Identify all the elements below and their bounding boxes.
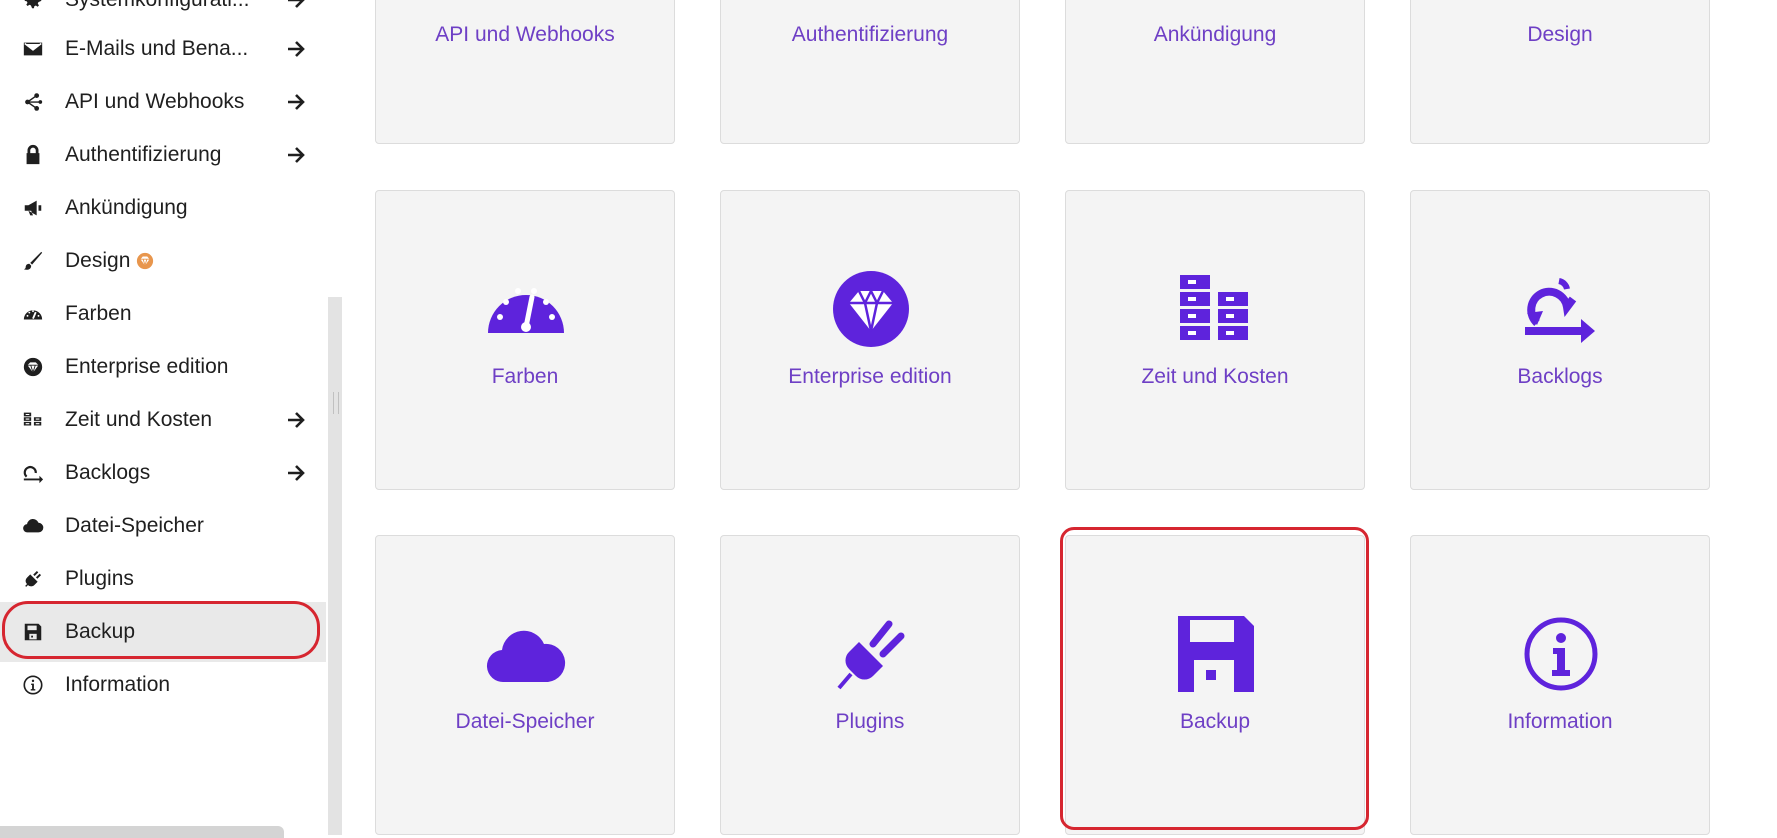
tile-plugins[interactable]: Plugins (720, 535, 1020, 835)
arrow-right-icon[interactable] (285, 144, 307, 166)
gauge-icon (20, 301, 46, 327)
status-strip (0, 826, 284, 838)
sidebar-item-label: Zeit und Kosten (65, 408, 213, 431)
tile-label: Ankündigung (1153, 23, 1277, 46)
arrow-right-icon[interactable] (285, 91, 307, 113)
tile-zeit-und-kosten[interactable]: Zeit und Kosten (1065, 190, 1365, 490)
sidebar-item-label: Backup (65, 620, 136, 643)
tile-ankuendigung[interactable]: Ankündigung (1065, 0, 1365, 144)
resize-grip[interactable] (333, 392, 339, 414)
sidebar-item-label: Backlogs (65, 461, 151, 484)
tile-label: Datei-Speicher (455, 710, 595, 733)
envelope-icon (20, 36, 46, 62)
tile-label: Enterprise edition (788, 365, 952, 388)
tile-design[interactable]: Design (1410, 0, 1710, 144)
tile-label: Information (1507, 710, 1613, 733)
coins-icon (1176, 269, 1256, 349)
sidebar-item-enterprise-edition[interactable]: Enterprise edition (0, 337, 326, 397)
sidebar-item-datei-speicher[interactable]: Datei-Speicher (0, 496, 326, 556)
sidebar-item-label: Plugins (65, 567, 134, 590)
brush-icon (20, 248, 46, 274)
sidebar-item-api-webhooks[interactable]: API und Webhooks (0, 72, 326, 132)
tile-label: Authentifizierung (791, 23, 949, 46)
sidebar-item-label: Systemkonfigurati... (65, 0, 249, 12)
share-nodes-icon (20, 89, 46, 115)
gear-icon (20, 0, 46, 13)
info-icon (20, 672, 46, 698)
tile-api-webhooks[interactable]: API und Webhooks (375, 0, 675, 144)
sidebar-item-backup[interactable]: Backup (0, 601, 326, 662)
floppy-disk-icon (20, 619, 46, 645)
sidebar-item-ankuendigung[interactable]: Ankündigung (0, 178, 326, 238)
arrow-right-icon[interactable] (285, 38, 307, 60)
sidebar-resize-handle[interactable] (328, 297, 342, 835)
tile-label: Design (1527, 23, 1593, 46)
coins-icon (20, 407, 46, 433)
sidebar-item-label: Farben (65, 302, 132, 325)
gauge-icon (486, 269, 566, 349)
sidebar-item-label: Ankündigung (65, 196, 188, 219)
tile-authentifizierung[interactable]: Authentifizierung (720, 0, 1020, 144)
arrow-right-icon[interactable] (285, 462, 307, 484)
sidebar-item-emails[interactable]: E-Mails und Bena... (0, 19, 326, 79)
tile-information[interactable]: Information (1410, 535, 1710, 835)
tile-datei-speicher[interactable]: Datei-Speicher (375, 535, 675, 835)
cloud-icon (486, 614, 566, 694)
plug-icon (20, 566, 46, 592)
sidebar-item-farben[interactable]: Farben (0, 284, 326, 344)
sidebar-item-design[interactable]: Design (0, 231, 326, 291)
info-icon (1521, 614, 1601, 694)
tile-farben[interactable]: Farben (375, 190, 675, 490)
sidebar-item-label: API und Webhooks (65, 90, 245, 113)
diamond-icon (20, 354, 46, 380)
sidebar-item-label: Authentifizierung (65, 143, 222, 166)
sidebar-item-label: Enterprise edition (65, 355, 229, 378)
tile-label: Zeit und Kosten (1141, 365, 1289, 388)
enterprise-badge-icon (137, 253, 154, 270)
tile-enterprise-edition[interactable]: Enterprise edition (720, 190, 1020, 490)
sidebar-item-label: Design (65, 249, 154, 273)
tile-backlogs[interactable]: Backlogs (1410, 190, 1710, 490)
diamond-icon (831, 269, 911, 349)
lock-icon (20, 142, 46, 168)
sidebar-item-label: E-Mails und Bena... (65, 37, 249, 60)
tile-label: Plugins (835, 710, 905, 733)
sidebar-item-plugins[interactable]: Plugins (0, 549, 326, 609)
arrow-right-icon[interactable] (285, 409, 307, 431)
backlog-arrow-icon (1521, 269, 1601, 349)
tile-label: API und Webhooks (435, 23, 615, 46)
sidebar-item-information[interactable]: Information (0, 655, 326, 715)
sidebar-item-label: Datei-Speicher (65, 514, 204, 537)
backlog-arrow-icon (20, 460, 46, 486)
cloud-icon (20, 513, 46, 539)
sidebar-item-zeit-und-kosten[interactable]: Zeit und Kosten (0, 390, 326, 450)
backup-tile-highlight (1060, 527, 1369, 830)
arrow-right-icon[interactable] (285, 0, 307, 11)
tile-label: Backlogs (1517, 365, 1603, 388)
admin-sidebar: Systemkonfigurati... E-Mails und Bena...… (0, 0, 330, 838)
sidebar-item-backlogs[interactable]: Backlogs (0, 443, 326, 503)
sidebar-item-authentifizierung[interactable]: Authentifizierung (0, 125, 326, 185)
megaphone-icon (20, 195, 46, 221)
plug-icon (831, 614, 911, 694)
sidebar-item-label: Information (65, 673, 171, 696)
tile-label: Farben (491, 365, 559, 388)
